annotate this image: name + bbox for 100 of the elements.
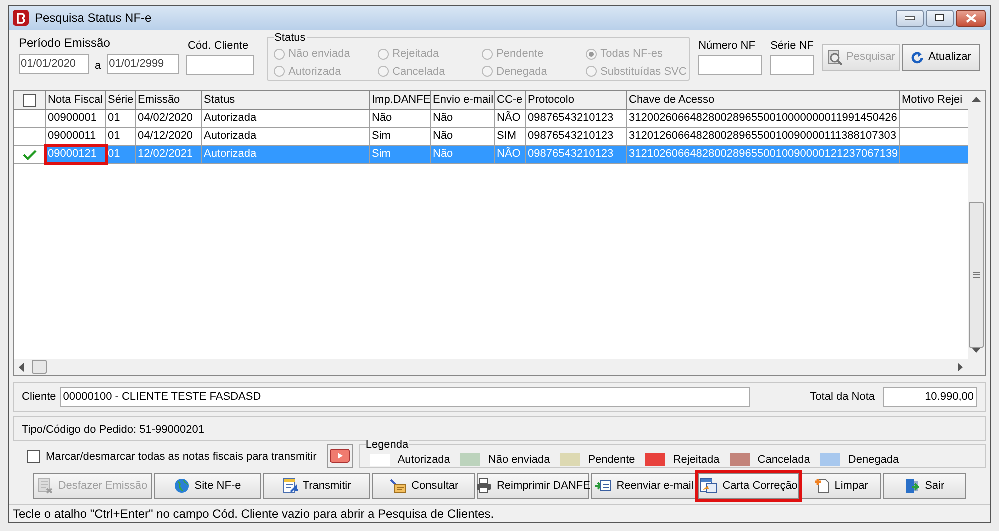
invoice-number-label: Número NF [698,39,756,54]
table-cell: Não [431,110,495,127]
table-cell: 09876543210123 [526,110,627,127]
query-icon [388,478,407,494]
column-header[interactable]: Chave de Acesso [627,91,900,109]
date-field[interactable]: 01/01/2020 [19,54,89,74]
maximize-button[interactable] [926,10,954,26]
column-header[interactable]: Envio e-mail [431,91,495,109]
table-cell: NÃO [495,110,526,127]
period-label: Período Emissão [19,35,112,52]
globe-icon [174,478,190,494]
action-button[interactable]: Reimprimir DANFE [477,473,590,499]
total-label: Total da Nota [810,390,875,405]
radio-label: Substituídas SVC [600,64,687,80]
order-code-text: Tipo/Código do Pedido: 51-99000201 [22,422,204,438]
action-button[interactable]: Transmitir [263,473,370,499]
table-cell: 31200260664828002896550010000000011991450426 [627,110,900,127]
client-label: Cliente [22,390,56,405]
invoice-number-field[interactable] [698,54,762,74]
play-button[interactable] [326,444,353,468]
date-field[interactable]: 01/01/2999 [107,54,180,74]
table-cell: Autorizada [202,146,370,163]
app-logo-icon [13,10,29,26]
column-header[interactable]: Imp.DANFE [370,91,431,109]
table-cell: 09000011 [46,128,106,145]
close-button[interactable] [956,10,986,26]
radio-label: Não enviada [288,47,350,62]
search-icon [826,50,843,66]
action-button[interactable]: Site NF-e [154,473,262,499]
table-cell: Não [370,110,431,127]
column-header[interactable]: Emissão [136,91,202,109]
legend-label: Autorizada [398,452,450,468]
table-cell: 01 [106,128,136,145]
action-button[interactable]: Sair [882,473,966,499]
table-cell: Autorizada [202,128,370,145]
column-header[interactable]: Nota Fiscal [46,91,106,109]
table-row[interactable]: 09000011 01 04/12/2020 Autorizada Sim Não SIM 09876543210123 31201260664828002896550010090000111388107303 [14,128,968,146]
undo-icon [37,478,54,494]
column-header[interactable]: Série [106,91,136,109]
radio-label: Autorizada [288,64,342,80]
status-text: Tecle o atalho "Ctrl+Enter" no campo Cód. Cliente vazio para abrir a Pesquisa de Clientes. [13,506,494,522]
refresh-button[interactable]: Atualizar [902,44,980,71]
invoice-series-label: Série NF [770,39,814,54]
table-cell: SIM [495,128,526,145]
window-title: Pesquisa Status NF-e [35,10,152,27]
scroll-right-icon[interactable] [958,362,963,372]
action-button[interactable]: Consultar [372,473,476,499]
table-cell: 09876543210123 [526,128,627,145]
clear-icon [814,478,830,494]
table-cell: 04/12/2020 [136,128,202,145]
table-cell: 04/02/2020 [136,110,202,127]
table-cell: 01 [106,146,136,163]
mail-icon [594,479,612,493]
vertical-scrollbar[interactable] [968,91,985,359]
table-cell: Autorizada [202,110,370,127]
column-header[interactable]: Protocolo [526,91,627,109]
radio-label: Todas NF-es [600,47,663,62]
table-cell: Não [431,146,495,163]
legend-label: Rejeitada [673,452,720,468]
grip-icon [973,272,980,278]
client-code-field[interactable] [186,54,254,74]
column-header[interactable]: Status [202,91,370,109]
total-field[interactable]: 10.990,00 [883,387,977,407]
table-cell: Não [431,128,495,145]
close-icon [966,14,976,22]
checkbox-label: Marcar/desmarcar todas as notas fiscais para transmitir [46,450,317,465]
table-cell: NÃO [495,146,526,163]
radio-label: Cancelada [392,64,446,80]
invoice-series-field[interactable] [770,54,814,74]
scroll-left-icon[interactable] [19,362,24,372]
legend-label: Não enviada [488,452,550,468]
table-cell: 09876543210123 [526,146,627,163]
table-cell: Sim [370,128,431,145]
scroll-up-icon[interactable] [972,97,982,102]
action-button[interactable]: Carta Correção [698,473,800,499]
column-header[interactable]: CC-e [495,91,526,109]
table-cell: 31201260664828002896550010090000111388107303 [627,128,900,145]
letter-icon [700,478,718,494]
scroll-thumb[interactable] [969,202,984,348]
horizontal-scrollbar[interactable] [14,359,985,375]
action-button[interactable]: Limpar [801,473,881,499]
scroll-thumb[interactable] [32,360,47,374]
radio-label: Rejeitada [392,47,440,62]
action-button[interactable]: Reenviar e-mail [591,473,696,499]
checkmark-icon[interactable] [22,150,36,160]
table-cell: 00900001 [46,110,106,127]
checkbox[interactable] [27,450,40,462]
maximize-icon [935,14,945,22]
radio-label: Pendente [496,47,544,62]
table-row[interactable]: 00900001 01 04/02/2020 Autorizada Não Não NÃO 09876543210123 31200260664828002896550010000000011991450426 [14,110,968,128]
print-icon [476,478,492,494]
client-field[interactable]: 00000100 - CLIENTE TESTE FASDASD [60,387,750,407]
radio-label: Denegada [496,64,548,80]
minimize-button[interactable] [896,10,924,26]
select-all-checkbox[interactable] [23,94,36,106]
minimize-icon [905,16,915,20]
client-code-label: Cód. Cliente [188,39,250,54]
legend-title: Legenda [366,437,409,454]
table-cell: 01 [106,110,136,127]
exit-icon [904,478,920,494]
